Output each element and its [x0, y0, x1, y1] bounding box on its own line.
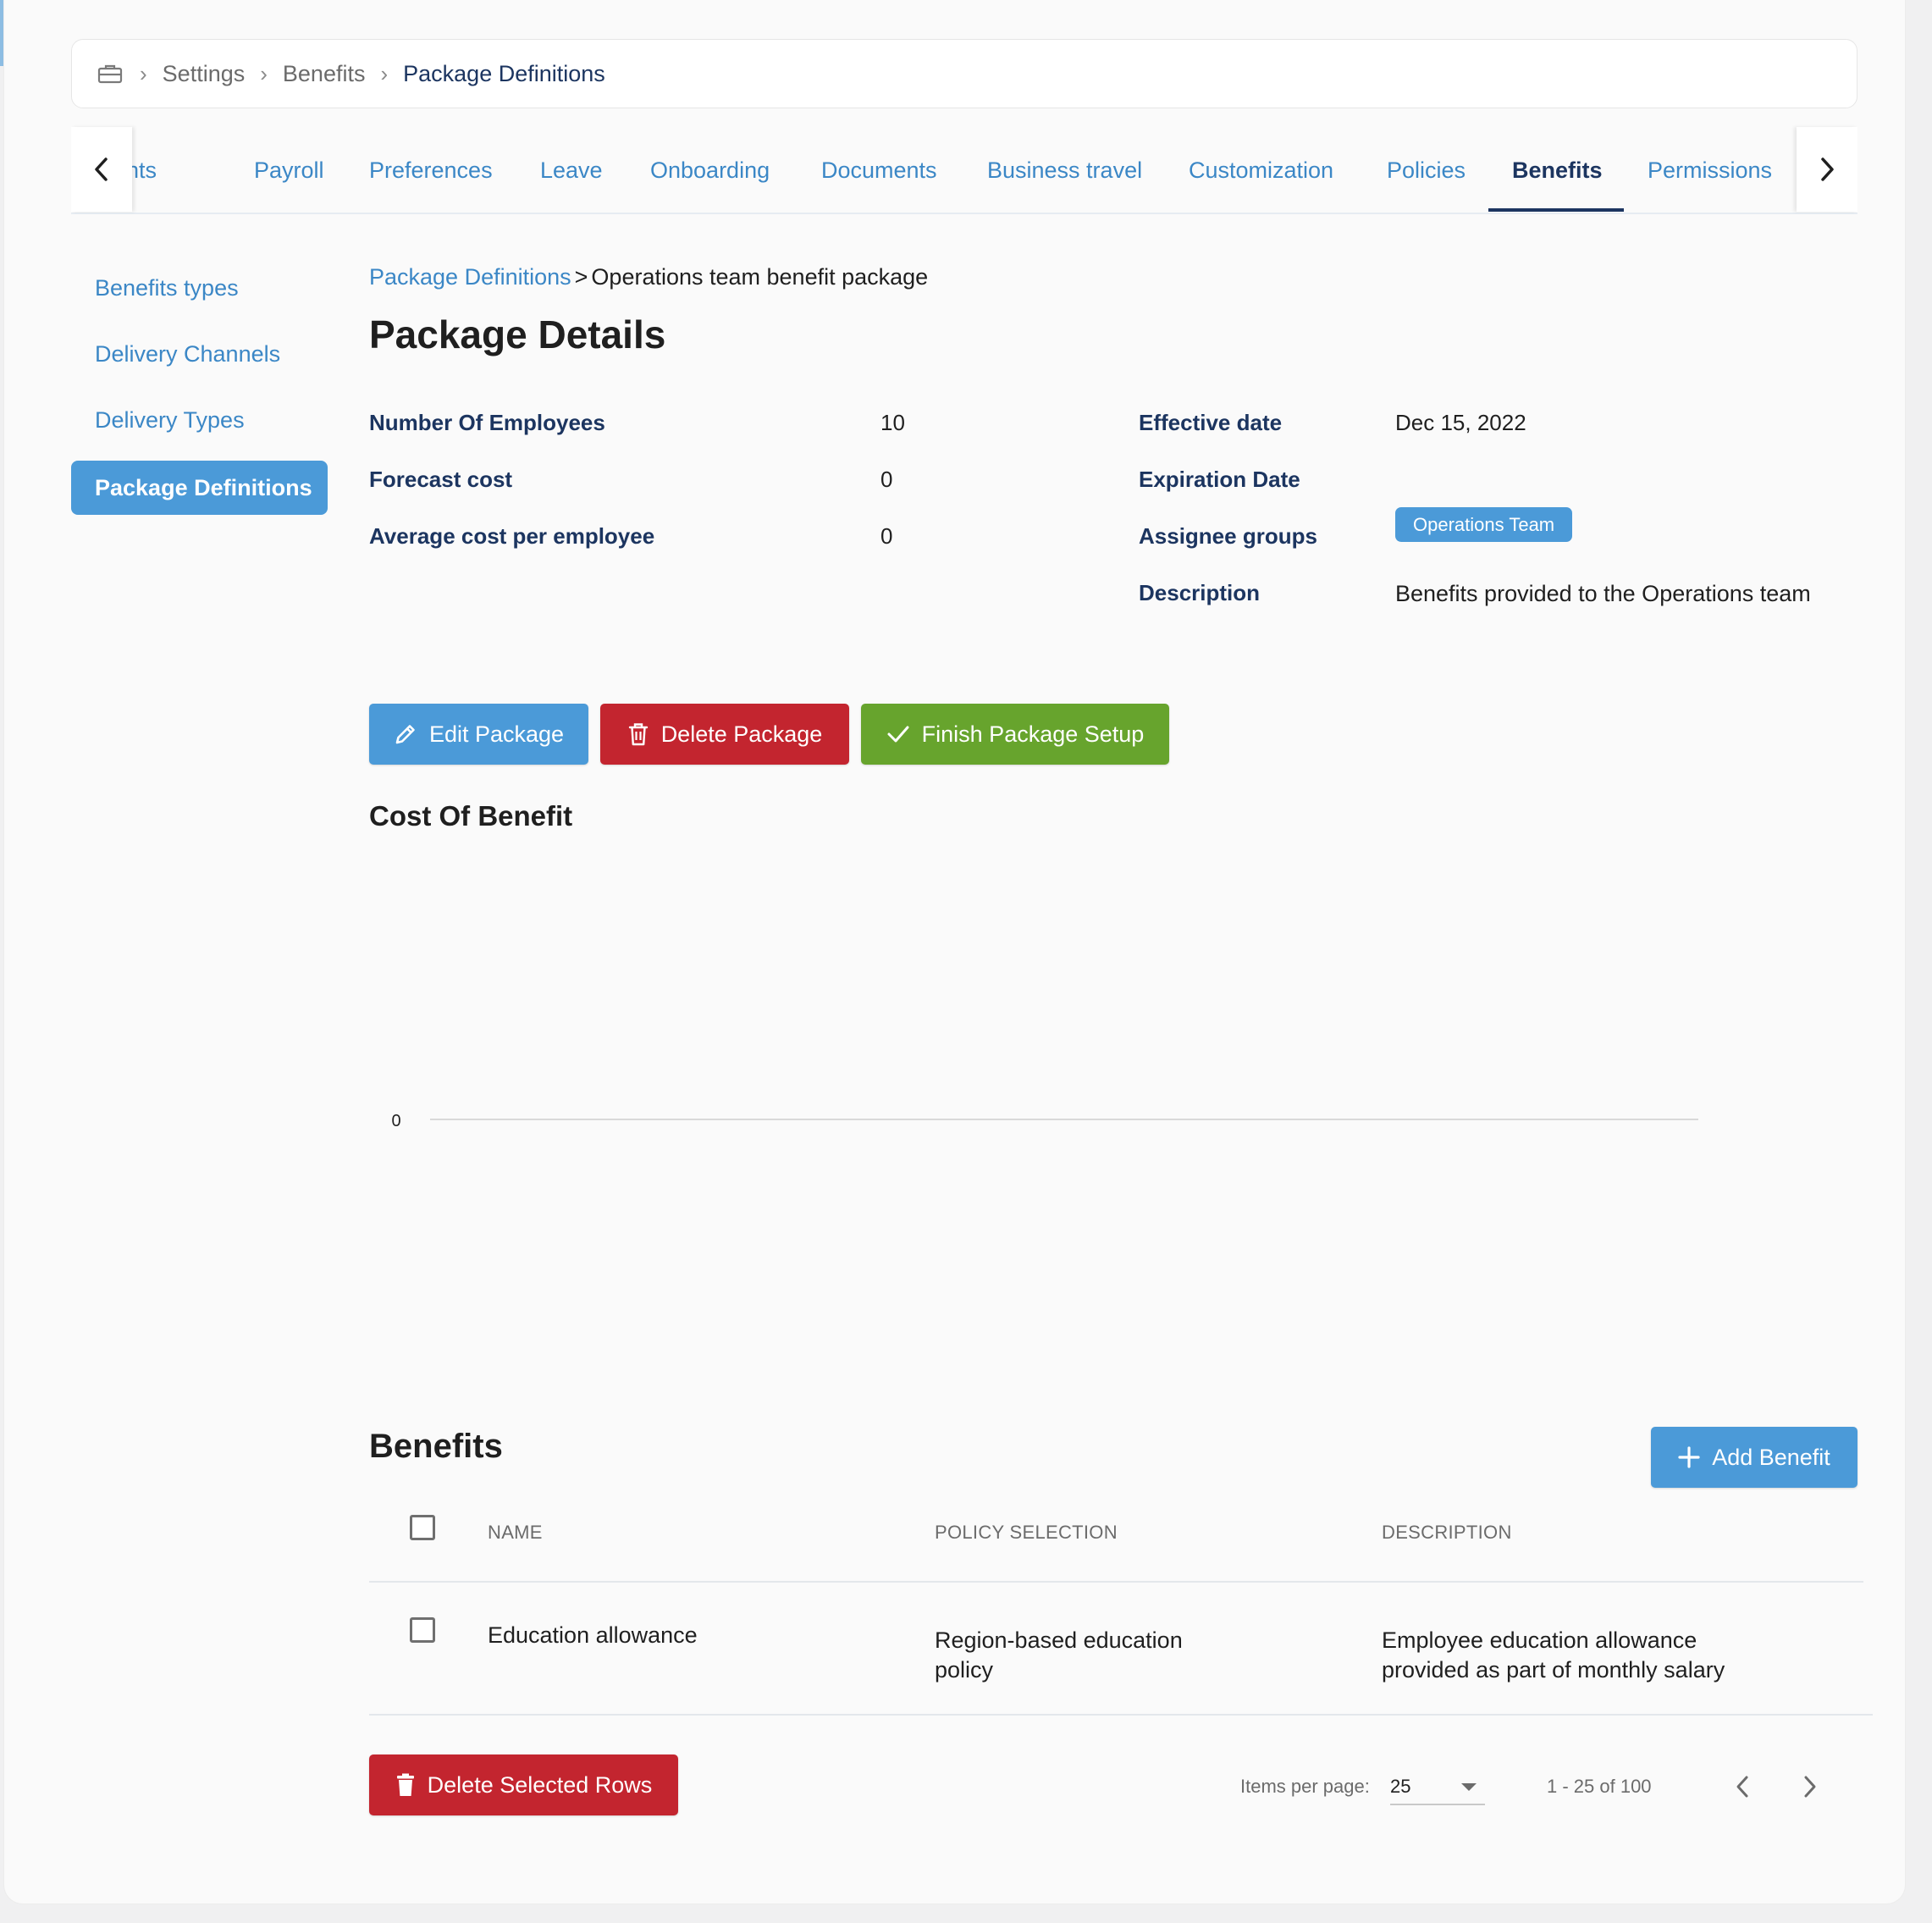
- select-all-checkbox[interactable]: [410, 1515, 435, 1540]
- cost-of-benefit-title: Cost Of Benefit: [369, 800, 573, 832]
- effective-date-value: Dec 15, 2022: [1395, 410, 1526, 435]
- chevron-left-icon: [95, 157, 108, 181]
- benefit-description-cell: Employee education allowance provided as…: [1382, 1627, 1725, 1683]
- expiration-date-label: Expiration Date: [1139, 467, 1300, 492]
- avg-cost-label: Average cost per employee: [369, 523, 655, 549]
- chevron-right-icon: ›: [380, 60, 389, 86]
- tab-accounts[interactable]: Accounts: [132, 157, 157, 184]
- sidenav-item-delivery-types[interactable]: Delivery Types: [95, 407, 245, 434]
- chevron-right-icon: ›: [140, 60, 147, 86]
- trash-icon: [628, 723, 648, 746]
- settings-tabs: Accounts Payroll Preferences Leave Onboa…: [71, 127, 1857, 214]
- briefcase-icon[interactable]: [96, 64, 124, 84]
- column-header-description[interactable]: DESCRIPTION: [1382, 1522, 1512, 1544]
- tab-preferences[interactable]: Preferences: [369, 157, 493, 184]
- cost-of-benefit-chart: 0: [391, 1112, 1698, 1130]
- items-per-page-select[interactable]: 25: [1390, 1766, 1485, 1805]
- tab-strip: Accounts Payroll Preferences Leave Onboa…: [132, 127, 1797, 212]
- edit-package-button[interactable]: Edit Package: [369, 704, 588, 765]
- edit-package-label: Edit Package: [428, 721, 565, 747]
- add-benefit-button[interactable]: Add Benefit: [1651, 1427, 1857, 1488]
- delete-selected-rows-button[interactable]: Delete Selected Rows: [369, 1754, 678, 1815]
- tab-onboarding[interactable]: Onboarding: [650, 157, 770, 184]
- breadcrumb-settings[interactable]: Settings: [163, 61, 246, 87]
- trash-icon: [396, 1773, 414, 1796]
- pencil-icon: [395, 725, 415, 744]
- description-value: Benefits provided to the Operations team: [1395, 581, 1811, 606]
- y-tick-label: 0: [391, 1112, 400, 1130]
- tab-policies[interactable]: Policies: [1387, 157, 1466, 184]
- forecast-cost-label: Forecast cost: [369, 467, 513, 492]
- page-title: Package Details: [369, 312, 666, 356]
- assignee-group-badge: Operations Team: [1395, 507, 1573, 542]
- tab-permissions[interactable]: Permissions: [1648, 157, 1772, 184]
- tab-leave[interactable]: Leave: [540, 157, 603, 184]
- chevron-left-icon: [1736, 1776, 1748, 1798]
- tabs-scroll-left-button[interactable]: [71, 127, 132, 212]
- delete-selected-rows-label: Delete Selected Rows: [427, 1771, 653, 1798]
- plus-icon: [1678, 1446, 1700, 1468]
- benefit-name-cell: Education allowance: [488, 1622, 698, 1648]
- items-per-page-label: Items per page:: [1240, 1776, 1370, 1797]
- active-tab-indicator: [1488, 208, 1624, 212]
- employees-label: Number Of Employees: [369, 410, 605, 435]
- checkmark-icon: [887, 726, 909, 743]
- caret-down-icon: [1461, 1783, 1477, 1791]
- package-breadcrumb: Package Definitions > Operations team bene…: [369, 264, 928, 290]
- delete-package-label: Delete Package: [660, 721, 823, 747]
- tab-benefits[interactable]: Benefits: [1512, 157, 1603, 184]
- breadcrumb-package-definitions: Package Definitions: [403, 60, 605, 86]
- column-header-policy-selection[interactable]: POLICY SELECTION: [935, 1522, 1118, 1544]
- effective-date-label: Effective date: [1139, 410, 1283, 435]
- breadcrumb: › Settings › Benefits › Package Definiti…: [71, 39, 1857, 108]
- table-header-divider: [369, 1581, 1863, 1583]
- pagination-range: 1 - 25 of 100: [1547, 1776, 1652, 1797]
- finish-package-setup-button[interactable]: Finish Package Setup: [861, 704, 1169, 765]
- assignee-groups-label: Assignee groups: [1139, 523, 1317, 549]
- table-row-divider: [369, 1714, 1873, 1716]
- sidenav-item-benefits-types[interactable]: Benefits types: [95, 275, 239, 301]
- description-label: Description: [1139, 580, 1261, 605]
- previous-page-button[interactable]: [1725, 1770, 1759, 1804]
- chevron-right-icon: [1804, 1776, 1816, 1798]
- chevron-right-icon: [1821, 157, 1834, 181]
- forecast-cost-value: 0: [880, 467, 893, 492]
- tab-business-travel[interactable]: Business travel: [987, 157, 1142, 184]
- breadcrumb-separator: >: [574, 264, 588, 290]
- add-benefit-label: Add Benefit: [1712, 1444, 1830, 1470]
- delete-package-button[interactable]: Delete Package: [600, 704, 849, 765]
- current-package-name: Operations team benefit package: [591, 264, 929, 290]
- tab-documents[interactable]: Documents: [821, 157, 937, 184]
- benefits-section-title: Benefits: [369, 1428, 503, 1465]
- tab-customization[interactable]: Customization: [1189, 157, 1333, 184]
- sidenav-item-package-definitions[interactable]: Package Definitions: [71, 461, 328, 515]
- avg-cost-value: 0: [880, 523, 893, 549]
- breadcrumb-benefits[interactable]: Benefits: [283, 61, 366, 87]
- chevron-right-icon: ›: [260, 60, 268, 86]
- column-header-name[interactable]: NAME: [488, 1522, 543, 1544]
- finish-package-setup-label: Finish Package Setup: [921, 721, 1145, 747]
- package-definitions-link[interactable]: Package Definitions: [369, 264, 571, 290]
- items-per-page-value: 25: [1390, 1776, 1411, 1797]
- row-select-checkbox[interactable]: [410, 1617, 435, 1643]
- employees-value: 10: [880, 410, 905, 435]
- policy-selection-cell: Region-based education policy: [935, 1627, 1183, 1683]
- tabs-scroll-right-button[interactable]: [1797, 127, 1857, 212]
- tab-payroll[interactable]: Payroll: [254, 157, 324, 184]
- sidenav-item-delivery-channels[interactable]: Delivery Channels: [95, 341, 280, 367]
- next-page-button[interactable]: [1793, 1770, 1827, 1804]
